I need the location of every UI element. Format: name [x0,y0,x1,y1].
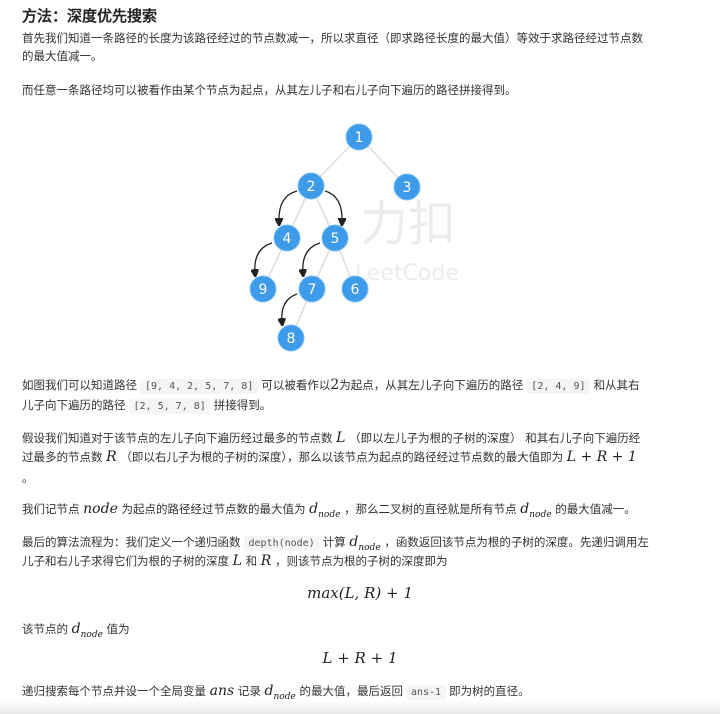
svg-text:5: 5 [331,231,340,247]
svg-text:3: 3 [403,180,412,196]
math-L: L [336,430,346,446]
text: 如图我们可以知道路径 [22,378,137,392]
math-expr: L + R + 1 [566,449,637,465]
arrow-2-to-5 [324,190,342,222]
tree-node-9: 9 [249,275,277,303]
svg-text:4: 4 [283,231,292,247]
code-path-full: [9, 4, 2, 5, 7, 8] [140,379,259,394]
arrow-5-to-7 [303,242,321,273]
svg-text:8: 8 [287,331,296,347]
text: 的最大值，最后返回 [299,684,403,698]
text: 计算 [322,535,346,549]
code-depth: depth(node) [243,536,320,551]
arrow-7-to-8 [282,293,298,322]
math-d-node: dnode [71,621,103,640]
tree-node-1: 1 [345,123,373,151]
text: 儿子和右儿子求得它们为根的子树的深度 [22,554,229,568]
text: 为起点的路径经过节点数的最大值为 [121,502,306,516]
svg-text:9: 9 [259,282,268,298]
code-path-left: [2, 4, 9] [526,379,591,394]
text: 为起点，从其左儿子向下遍历的路径 [339,378,524,392]
text: 该节点的 [22,622,68,636]
math-ans: ans [209,683,235,699]
paragraph-4-dot: 。 [22,471,34,485]
svg-text:力扣: 力扣 [360,196,456,252]
svg-text:6: 6 [351,282,360,298]
text: 即为树的直径。 [449,684,530,698]
math-L: L [232,553,242,569]
paragraph-4-line-1: 假设我们知道对于该节点的左儿子向下遍历经过最多的节点数 L （即以左儿子为根的子… [22,429,640,447]
text: （即以左儿子为根的子树的深度） 和其右儿子向下遍历经 [349,431,641,445]
text: 我们记节点 [22,502,80,516]
code-ans-minus-1: ans-1 [405,685,447,700]
svg-text:LeetCode: LeetCode [355,261,459,286]
watermark: 力扣 LeetCode [355,196,459,286]
tree-node-2: 2 [297,172,325,200]
svg-text:2: 2 [307,179,316,195]
math-d-node: dnode [349,534,381,553]
formula-max: max(L, R) + 1 [307,584,413,602]
text: 假设我们知道对于该节点的左儿子向下遍历经过最多的节点数 [22,431,333,445]
tree-node-7: 7 [298,275,326,303]
paragraph-4-line-2: 过最多的节点数 R （即以右儿子为根的子树的深度），那么以该节点为起点的路径经过… [22,448,637,466]
text: 最后的算法流程为：我们定义一个递归函数 [22,535,241,549]
tree-node-5: 5 [321,224,349,252]
math-d-node: dnode [309,501,341,520]
text: 过最多的节点数 [22,450,103,464]
text: （即以右儿子为根的子树的深度），那么以该节点为起点的路径经过节点数的最大值即为 [120,450,564,464]
binary-tree-diagram: 力扣 LeetCode 1 2 3 4 5 9 7 6 8 [249,123,459,352]
svg-text:1: 1 [355,130,364,146]
text: ，函数返回该节点为根的子树的深度。先递归调用左 [384,535,649,549]
paragraph-6-line-2: 儿子和右儿子求得它们为根的子树的深度 L 和 R ，则该节点为根的子树的深度即为 [22,552,447,570]
text: 的最大值减一。 [555,502,636,516]
code-path-right: [2, 5, 7, 8] [128,399,211,414]
math-R: R [106,449,117,465]
text: ，那么二叉树的直径就是所有节点 [344,502,517,516]
math-node: node [83,501,118,517]
text: 儿子向下遍历的路径 [22,398,126,412]
text: 和 [245,554,258,568]
bottom-fade [0,700,720,714]
tree-node-3: 3 [393,173,421,201]
formula-sum: L + R + 1 [322,649,398,667]
text: 可以被看作以 [261,378,331,392]
text: 拼接得到。 [213,398,272,412]
paragraph-3-line-1: 如图我们可以知道路径 [9, 4, 2, 5, 7, 8] 可以被看作以2为起点，从… [22,376,639,396]
text: 和从其右 [593,378,640,392]
paragraph-3-line-2: 儿子向下遍历的路径 [2, 5, 7, 8] 拼接得到。 [22,396,271,416]
svg-text:7: 7 [308,282,317,298]
math-d-node: dnode [520,501,552,520]
text: 值为 [106,622,130,636]
tree-node-6: 6 [341,275,369,303]
tree-node-8: 8 [277,324,305,352]
math-d-node: dnode [264,683,296,702]
text: ，则该节点为根的子树的深度即为 [274,554,448,568]
arrow-4-to-9 [255,242,273,273]
text: 记录 [237,684,261,698]
math-2: 2 [330,377,340,393]
text: 递归搜索每个节点并设一个全局变量 [22,684,206,698]
paragraph-7: 该节点的 dnode 值为 [22,620,130,644]
math-R: R [260,553,272,569]
tree-node-4: 4 [273,224,301,252]
paragraph-5: 我们记节点 node 为起点的路径经过节点数的最大值为 dnode ，那么二叉树… [22,500,636,524]
arrow-2-to-4 [279,190,298,222]
